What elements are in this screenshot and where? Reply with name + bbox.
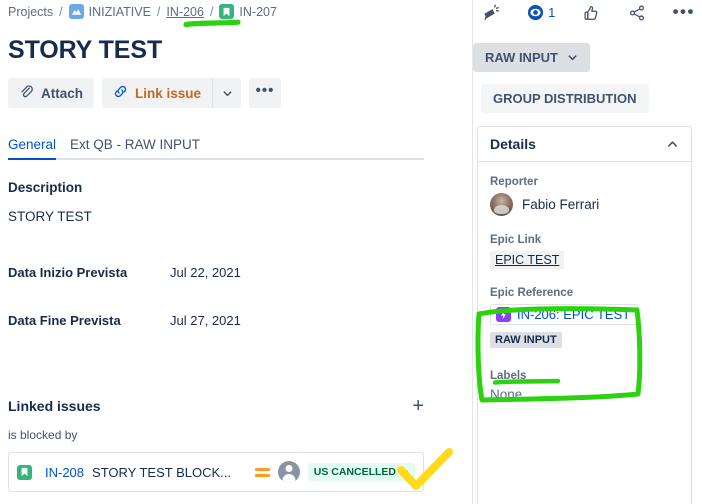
more-actions-button[interactable]: ••• [249, 78, 282, 108]
linked-issue-summary[interactable]: STORY TEST BLOCK... [92, 465, 247, 480]
attach-button[interactable]: Attach [8, 78, 95, 108]
tab-ext-qb-raw-input[interactable]: Ext QB - RAW INPUT [70, 137, 200, 158]
watch-eye-icon[interactable]: 1 [527, 4, 555, 21]
epic-reference-raw-input-badge: RAW INPUT [490, 332, 562, 348]
breadcrumb-initiative-link[interactable]: INIZIATIVE [89, 5, 151, 19]
status-badge[interactable]: US CANCELLED [307, 463, 415, 481]
chevron-up-icon [667, 140, 678, 147]
reporter-label: Reporter [490, 176, 538, 188]
more-actions-icon[interactable]: ••• [673, 3, 695, 20]
plus-icon[interactable]: + [412, 396, 424, 416]
field-data-fine-prevista: Data Fine Prevista Jul 27, 2021 [8, 313, 428, 328]
table-row[interactable]: IN-208 STORY TEST BLOCK... US CANCELLED [8, 452, 424, 492]
priority-medium-icon [254, 465, 270, 479]
avatar [490, 193, 513, 216]
issue-action-bar: Attach Link issue ••• [8, 78, 282, 108]
epic-bolt-icon [496, 307, 511, 322]
details-panel: Details Reporter Fabio Ferrari Epic Link… [477, 126, 692, 504]
labels-label: Labels [490, 370, 527, 382]
link-relation-label: is blocked by [8, 428, 78, 442]
link-issue-dropdown-caret[interactable] [212, 78, 241, 108]
link-chain-icon [113, 84, 128, 102]
breadcrumb-issue-link[interactable]: IN-207 [239, 5, 277, 19]
linked-issues-header: Linked issues + [8, 396, 424, 416]
raw-input-label: RAW INPUT [485, 50, 558, 65]
field-label: Data Inizio Prevista [8, 265, 128, 280]
page-title: STORY TEST [8, 36, 163, 64]
field-value[interactable]: Jul 22, 2021 [170, 265, 241, 280]
breadcrumb-separator-3: / [209, 4, 214, 19]
issue-sidebar: 1 ••• RAW INPUT GROUP DISTRIBUTION Detai… [473, 0, 702, 504]
paperclip-icon [19, 84, 34, 102]
breadcrumb-projects-link[interactable]: Projects [8, 5, 53, 19]
description-body: STORY TEST [8, 209, 92, 224]
epic-link-field: Epic Link EPIC TEST [490, 234, 679, 269]
labels-value[interactable]: None [490, 387, 679, 402]
initiative-mountain-icon [68, 4, 84, 19]
field-value[interactable]: Jul 27, 2021 [170, 313, 241, 328]
story-bookmark-icon [219, 4, 235, 19]
epic-reference-link[interactable]: IN-206: EPIC TEST [490, 304, 639, 325]
breadcrumb-separator-2: / [156, 4, 161, 19]
linked-issues-heading: Linked issues [8, 398, 101, 414]
epic-link-label: Epic Link [490, 234, 542, 246]
chevron-down-icon [568, 55, 577, 61]
attach-button-label: Attach [41, 85, 84, 101]
issue-main-content: Projects / INIZIATIVE / IN-206 / IN-207 … [0, 0, 472, 504]
epic-reference-field: Epic Reference IN-206: EPIC TEST RAW INP… [490, 287, 679, 348]
chevron-down-icon [401, 470, 408, 475]
feedback-megaphone-icon[interactable] [481, 3, 500, 22]
linked-issue-key[interactable]: IN-208 [45, 465, 84, 480]
chevron-down-icon [223, 90, 231, 96]
raw-input-dropdown-button[interactable]: RAW INPUT [473, 43, 590, 72]
breadcrumb-parent-link[interactable]: IN-206 [166, 5, 204, 19]
field-data-inizio-prevista: Data Inizio Prevista Jul 22, 2021 [8, 265, 428, 280]
watch-count: 1 [548, 5, 556, 20]
group-distribution-button[interactable]: GROUP DISTRIBUTION [481, 84, 649, 113]
reporter-name: Fabio Ferrari [522, 197, 600, 212]
details-title: Details [490, 136, 536, 152]
details-panel-body: Reporter Fabio Ferrari Epic Link EPIC TE… [478, 162, 691, 402]
epic-reference-label: Epic Reference [490, 287, 574, 299]
labels-field: Labels None [490, 370, 679, 402]
link-issue-button[interactable]: Link issue [102, 78, 212, 108]
share-icon[interactable] [628, 4, 646, 22]
status-badge-label: US CANCELLED [313, 466, 396, 478]
link-issue-button-group: Link issue [102, 78, 242, 108]
vote-thumbsup-icon[interactable] [582, 4, 600, 22]
group-distribution-label: GROUP DISTRIBUTION [493, 91, 637, 106]
epic-link-value[interactable]: EPIC TEST [490, 251, 565, 269]
description-heading: Description [8, 180, 83, 195]
reporter-field: Reporter Fabio Ferrari [490, 176, 679, 216]
breadcrumb-separator-1: / [59, 4, 63, 19]
field-label: Data Fine Prevista [8, 313, 121, 328]
reporter-value[interactable]: Fabio Ferrari [490, 193, 679, 216]
story-bookmark-icon [17, 464, 32, 480]
breadcrumb: Projects / INIZIATIVE / IN-206 / IN-207 [8, 4, 277, 19]
tab-general[interactable]: General [8, 137, 57, 160]
issue-tabs: General Ext QB - RAW INPUT [8, 132, 424, 160]
sidebar-action-icons: 1 ••• [481, 3, 695, 22]
epic-reference-link-label: IN-206: EPIC TEST [517, 307, 631, 322]
link-issue-button-label: Link issue [135, 85, 202, 101]
default-avatar-icon[interactable] [277, 461, 300, 483]
eye-glyph [528, 4, 544, 21]
details-panel-header[interactable]: Details [478, 127, 691, 162]
